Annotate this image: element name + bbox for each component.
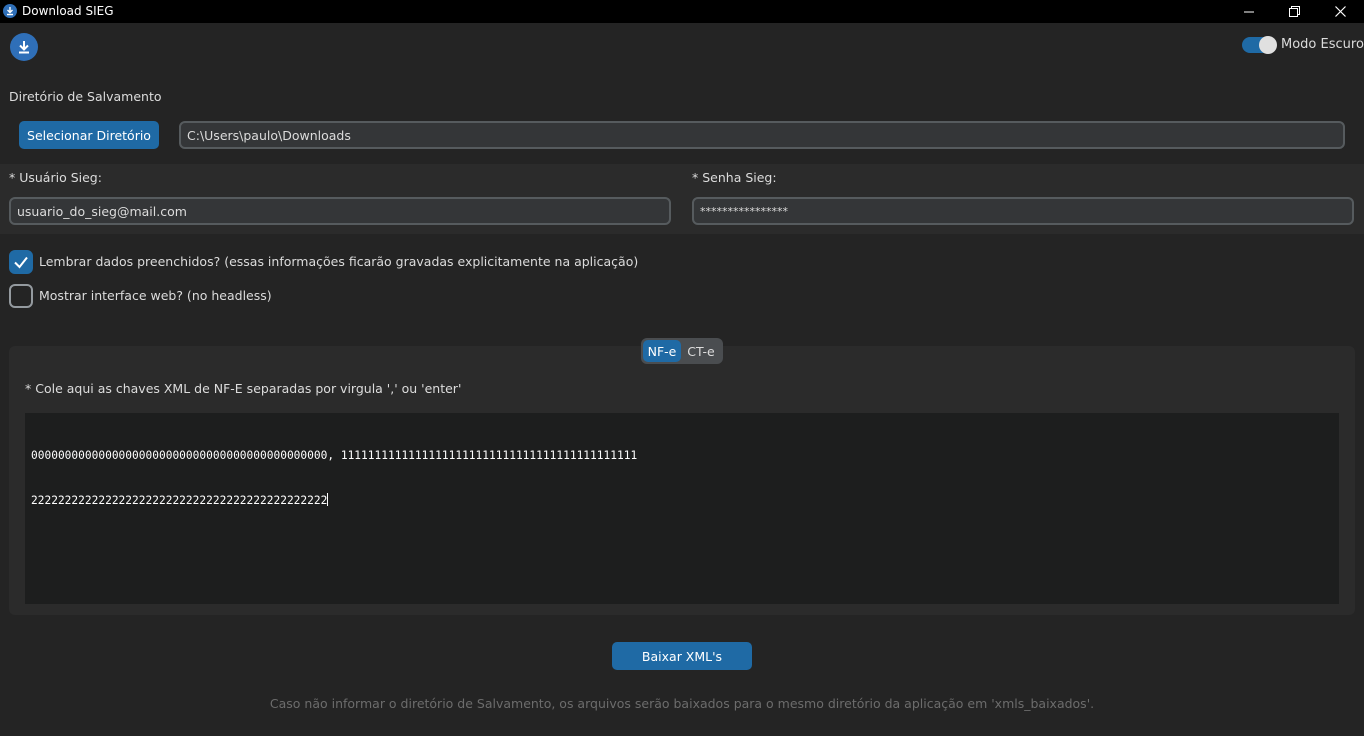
tab-cte[interactable]: CT-e: [681, 340, 721, 362]
download-icon: [10, 33, 38, 61]
restore-icon: [1288, 6, 1300, 17]
password-label: * Senha Sieg:: [692, 170, 777, 185]
minimize-button[interactable]: [1226, 0, 1272, 23]
close-button[interactable]: [1317, 0, 1363, 23]
directory-path-value: C:\Users\paulo\Downloads: [187, 127, 351, 143]
tab-nfe[interactable]: NF-e: [643, 340, 681, 362]
checkmark-icon: [14, 256, 28, 269]
restore-button[interactable]: [1271, 0, 1317, 23]
nfe-instruction: * Cole aqui as chaves XML de NF-E separa…: [25, 381, 462, 396]
user-label: * Usuário Sieg:: [9, 170, 102, 185]
footer-note: Caso não informar o diretório de Salvame…: [269, 696, 1095, 711]
directory-section-label: Diretório de Salvamento: [9, 89, 162, 104]
download-xml-button[interactable]: Baixar XML's: [612, 642, 752, 670]
user-field[interactable]: usuario_do_sieg@mail.com: [9, 197, 671, 225]
show-web-label: Mostrar interface web? (no headless): [39, 288, 272, 303]
switch-knob: [1259, 36, 1277, 54]
textbox-line: 2222222222222222222222222222222222222222…: [31, 493, 1333, 508]
text-caret: [327, 493, 329, 506]
title-bar: Download SIEG: [0, 0, 1364, 23]
remember-checkbox[interactable]: [9, 250, 33, 274]
user-value: usuario_do_sieg@mail.com: [17, 203, 187, 219]
nfe-keys-textbox[interactable]: 0000000000000000000000000000000000000000…: [25, 413, 1339, 604]
select-directory-button[interactable]: Selecionar Diretório: [19, 121, 159, 149]
directory-path-field[interactable]: C:\Users\paulo\Downloads: [179, 121, 1345, 149]
minimize-icon: [1244, 11, 1254, 12]
download-icon: [3, 4, 17, 18]
textbox-line: 0000000000000000000000000000000000000000…: [31, 449, 638, 462]
show-web-checkbox[interactable]: [9, 284, 33, 308]
textbox-line-text: 2222222222222222222222222222222222222222…: [31, 494, 328, 507]
dark-mode-switch[interactable]: [1242, 36, 1277, 54]
password-field[interactable]: ****************: [692, 197, 1354, 225]
close-icon: [1334, 6, 1346, 17]
password-value: ****************: [700, 204, 788, 218]
window-title: Download SIEG: [22, 4, 114, 18]
remember-label: Lembrar dados preenchidos? (essas inform…: [39, 254, 639, 269]
dark-mode-label: Modo Escuro: [1281, 37, 1364, 52]
tab-selector: NF-e CT-e: [641, 338, 723, 364]
